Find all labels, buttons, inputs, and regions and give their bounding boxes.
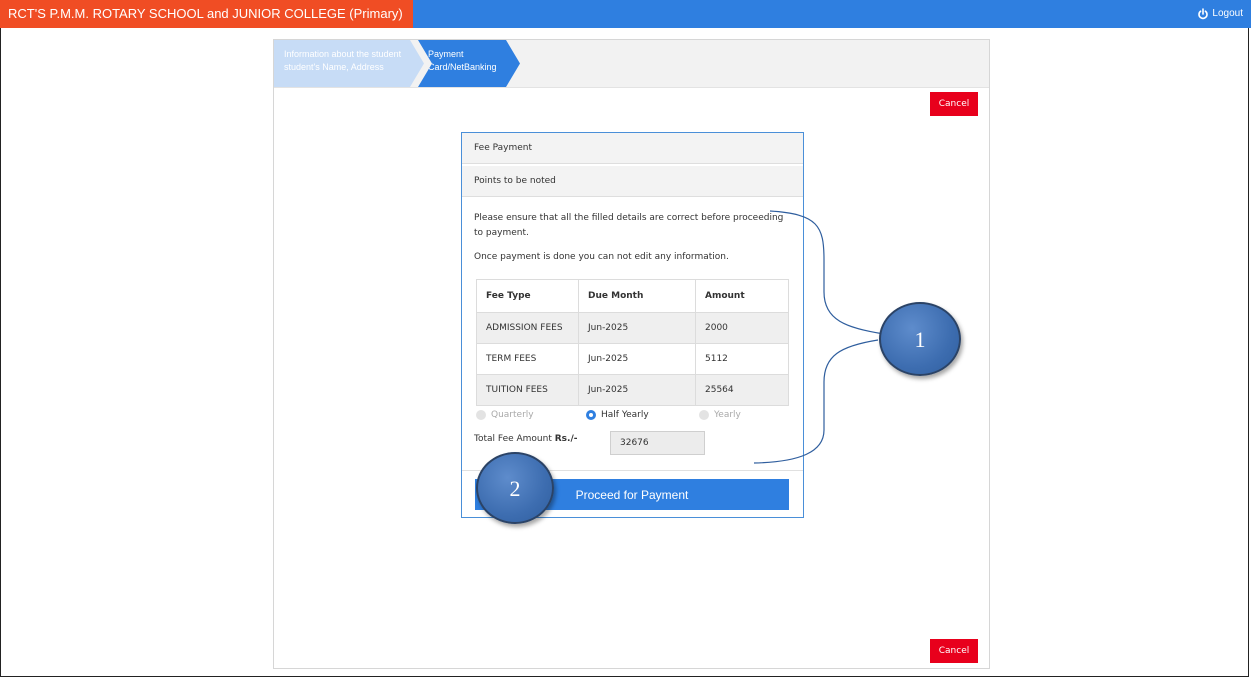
cell-amount: 2000: [695, 312, 789, 344]
radio-dot: [586, 410, 596, 420]
step-subtitle: Card/NetBanking: [428, 62, 497, 72]
cancel-button-top[interactable]: Cancel: [930, 92, 978, 116]
cell-due-month: Jun-2025: [578, 312, 696, 344]
cancel-button-bottom[interactable]: Cancel: [930, 639, 978, 663]
top-bar: RCT'S P.M.M. ROTARY SCHOOL and JUNIOR CO…: [0, 0, 1251, 28]
step-subtitle: student's Name, Address: [284, 62, 384, 72]
cell-amount: 5112: [695, 343, 789, 375]
note-no-edit: Once payment is done you can not edit an…: [474, 252, 729, 262]
radio-quarterly[interactable]: Quarterly: [476, 410, 534, 420]
cell-fee-type: ADMISSION FEES: [476, 312, 579, 344]
radio-dot: [476, 410, 486, 420]
cell-amount: 25564: [695, 374, 789, 406]
fee-table: Fee Type Due Month Amount ADMISSION FEES…: [476, 279, 789, 406]
table-row: TERM FEES Jun-2025 5112: [476, 343, 789, 375]
wizard-step-student-info[interactable]: Information about the student student's …: [274, 40, 424, 87]
school-title: RCT'S P.M.M. ROTARY SCHOOL and JUNIOR CO…: [0, 0, 413, 28]
total-fee-amount-field: 32676: [610, 431, 705, 455]
logout-link[interactable]: Logout: [1197, 0, 1243, 28]
note-verify-details: Please ensure that all the filled detail…: [474, 213, 784, 238]
radio-label: Half Yearly: [601, 410, 649, 420]
col-due-month: Due Month: [578, 279, 696, 313]
radio-half-yearly[interactable]: Half Yearly: [586, 410, 649, 420]
wizard-step-payment[interactable]: Payment Card/NetBanking: [418, 40, 520, 87]
radio-label: Quarterly: [491, 410, 534, 420]
cell-due-month: Jun-2025: [578, 374, 696, 406]
total-fee-label: Total Fee Amount Rs./-: [474, 434, 577, 444]
col-fee-type: Fee Type: [476, 279, 579, 313]
table-row: ADMISSION FEES Jun-2025 2000: [476, 312, 789, 344]
step-title: Information about the student: [284, 49, 402, 59]
cell-fee-type: TERM FEES: [476, 343, 579, 375]
cell-fee-type: TUITION FEES: [476, 374, 579, 406]
radio-yearly[interactable]: Yearly: [699, 410, 741, 420]
total-currency: Rs./-: [554, 434, 578, 444]
callout-marker-1: 1: [879, 302, 961, 376]
table-header-row: Fee Type Due Month Amount: [476, 279, 789, 313]
radio-label: Yearly: [714, 410, 741, 420]
power-icon: [1198, 8, 1209, 20]
table-row: TUITION FEES Jun-2025 25564: [476, 374, 789, 406]
wizard-steps: Information about the student student's …: [274, 40, 989, 88]
total-label-text: Total Fee Amount: [474, 434, 555, 444]
col-amount: Amount: [695, 279, 789, 313]
points-heading: Points to be noted: [462, 166, 803, 197]
step-title: Payment: [428, 49, 464, 59]
callout-marker-2: 2: [476, 452, 554, 524]
cell-due-month: Jun-2025: [578, 343, 696, 375]
fee-payment-heading: Fee Payment: [462, 133, 803, 164]
radio-dot: [699, 410, 709, 420]
logout-label: Logout: [1212, 8, 1243, 19]
